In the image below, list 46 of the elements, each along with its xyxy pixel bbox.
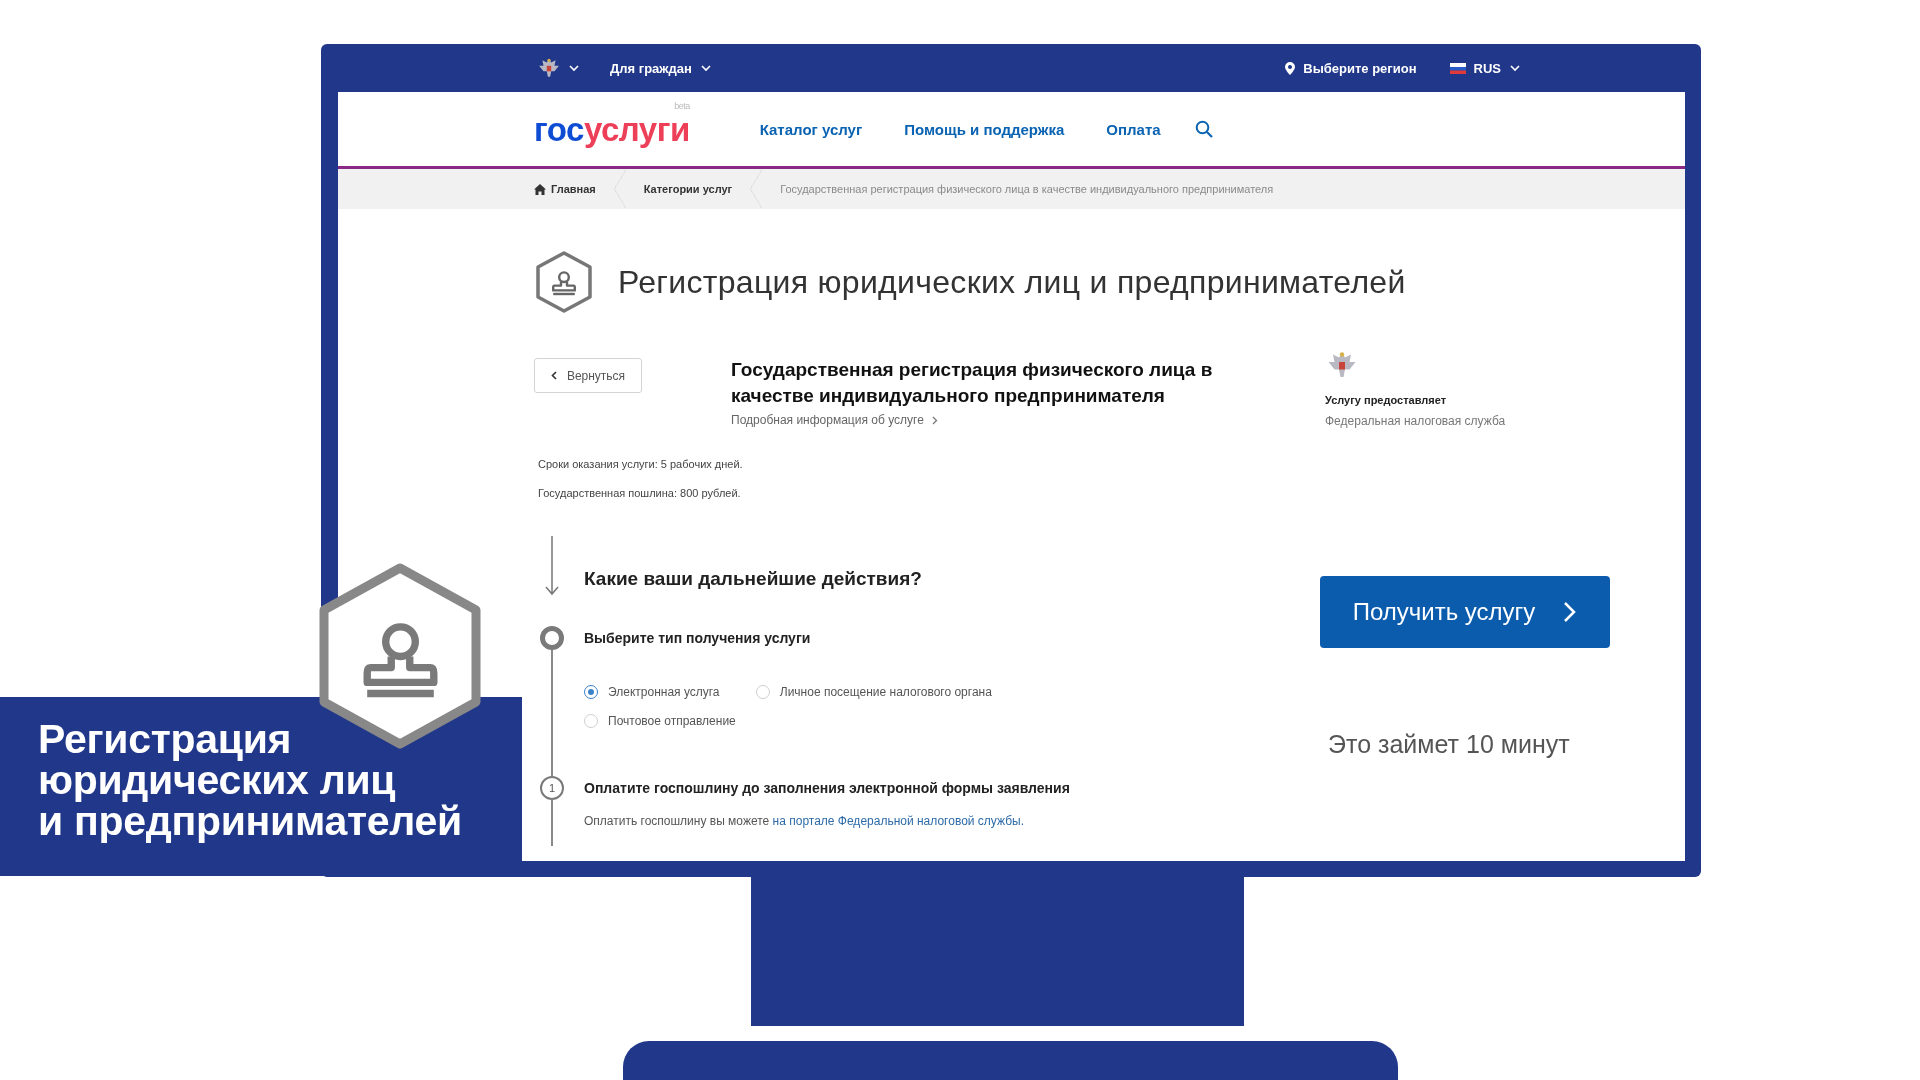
caret-icon [568, 63, 580, 73]
search-button[interactable] [1194, 120, 1213, 138]
nav-link[interactable]: Оплата [1106, 120, 1161, 138]
radio-option[interactable]: Личное посещение налогового органа [755, 685, 992, 699]
banner-title: Регистрация юридических лиц и предпринимателей [38, 719, 462, 842]
radio-option[interactable]: Почтовое отправление [584, 714, 736, 728]
active-step-marker [540, 626, 564, 650]
step-number: 1 [540, 776, 564, 800]
question-heading: Какие ваши дальнейшие действия? [584, 568, 923, 591]
site-logo[interactable]: госуслуги [534, 110, 690, 148]
breadcrumb-link[interactable]: Категории услуг [643, 183, 733, 195]
get-service-button[interactable]: Получить услугу [1320, 576, 1610, 648]
nav-link[interactable]: Помощь и поддержка [904, 120, 1065, 138]
service-term: Сроки оказания услуги: 5 рабочих дней. [538, 458, 744, 470]
step-title: Оплатите госпошлину до заполнения электронной формы заявления [584, 779, 1071, 798]
language-dropdown[interactable]: RUS [1449, 60, 1521, 76]
provider-label: Услугу предоставляет [1325, 394, 1448, 406]
page-title: Регистрация юридических лиц и предпринимателей [618, 263, 1406, 301]
chevron-right-icon [1563, 601, 1578, 623]
nav-link[interactable]: Каталог услуг [759, 120, 863, 138]
service-title: Государственная регистрация физического лица в качестве индивидуального предпринимателя [731, 358, 1214, 408]
menu-dropdown[interactable]: Для граждан [610, 60, 712, 76]
step-title: Выберите тип получения услуги [584, 629, 812, 648]
provider-name: Федеральная налоговая служба [1325, 414, 1507, 428]
step-description: Оплатить госпошлину вы можете на портале Федеральной налоговой службы. [584, 814, 1025, 828]
duration-note: Это займет 10 минут [1328, 730, 1570, 759]
caret-icon [699, 63, 712, 73]
region-link[interactable]: Выберите регион [1285, 60, 1417, 76]
back-button[interactable]: Вернуться [534, 358, 642, 393]
breadcrumb-current: Государственная регистрация физического лица в качестве индивидуального предпринимателя [780, 183, 1274, 195]
service-term: Государственная пошлина: 800 рублей. [538, 487, 742, 499]
chevron-left-icon [550, 371, 557, 380]
location-pin-icon [1285, 61, 1296, 75]
details-link[interactable]: Подробная информация об услуге [731, 413, 1325, 427]
home-icon [534, 183, 546, 195]
emblem-icon [1327, 350, 1357, 380]
down-arrow-icon [545, 536, 559, 596]
emblem-menu[interactable] [538, 57, 580, 79]
russian-flag-icon [1449, 62, 1466, 74]
breadcrumb-link[interactable]: Главная [534, 183, 596, 195]
caret-icon [1509, 63, 1521, 73]
radio-option[interactable]: Электронная услуга [584, 685, 736, 699]
beta-label: beta [674, 101, 690, 111]
chevron-right-icon [931, 415, 938, 425]
fns-portal-link[interactable]: на портале Федеральной налоговой службы. [772, 814, 1024, 828]
stamp-icon [534, 251, 594, 313]
